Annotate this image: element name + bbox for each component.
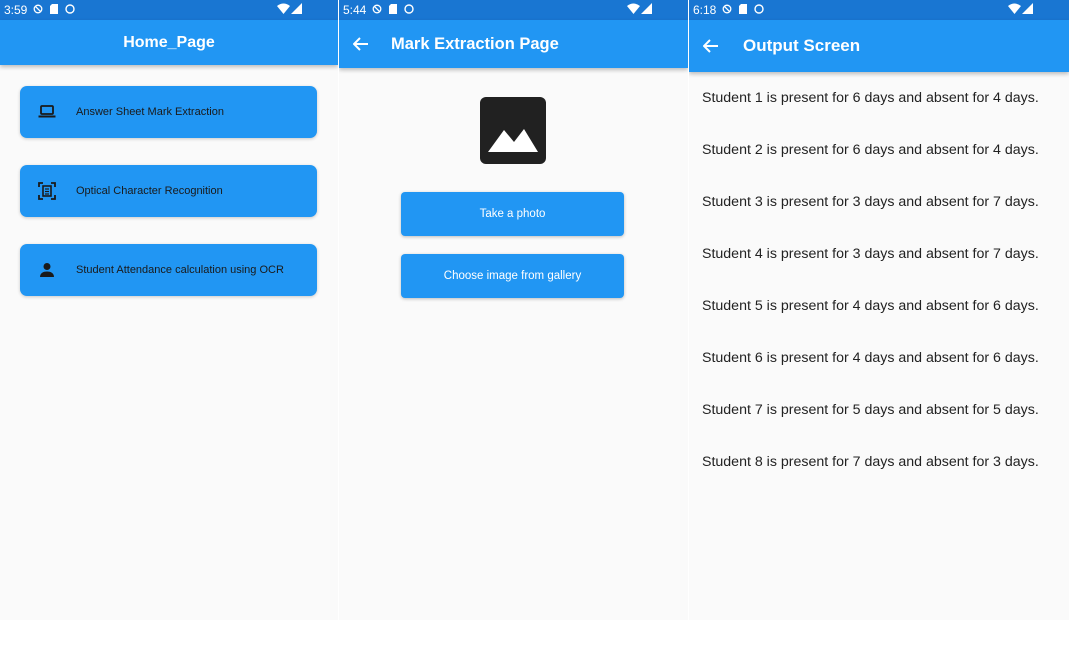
shield-icon	[33, 1, 43, 19]
attendance-result-line: Student 2 is present for 6 days and abse…	[702, 142, 1039, 158]
cell-signal-icon	[1022, 3, 1033, 14]
shield-icon	[372, 1, 382, 19]
status-time: 3:59	[4, 3, 28, 17]
attendance-result-line: Student 1 is present for 6 days and abse…	[702, 90, 1039, 106]
attendance-result-line: Student 5 is present for 4 days and abse…	[702, 298, 1039, 314]
sd-card-icon	[389, 1, 398, 19]
cell-signal-icon	[291, 3, 302, 14]
status-bar: 5:44	[339, 0, 688, 20]
attendance-result-line: Student 6 is present for 4 days and abse…	[702, 350, 1039, 366]
android-icon	[754, 1, 765, 19]
back-arrow-icon[interactable]	[353, 37, 369, 51]
app-bar: Home_Page	[0, 20, 338, 65]
laptop-icon	[36, 101, 58, 123]
status-time: 6:18	[693, 3, 717, 17]
page-title: Home_Page	[123, 33, 215, 51]
optical-character-recognition-button[interactable]: Optical Character Recognition	[20, 165, 317, 217]
shield-icon	[722, 1, 732, 19]
button-label: Answer Sheet Mark Extraction	[76, 106, 224, 118]
wifi-icon	[627, 3, 640, 14]
app-bar: Mark Extraction Page	[339, 20, 688, 68]
image-icon	[480, 97, 546, 164]
attendance-result-line: Student 7 is present for 5 days and abse…	[702, 402, 1039, 418]
back-arrow-icon[interactable]	[703, 39, 719, 53]
mark-extraction-screen: 5:44 Mark Extraction Page Take a photo C…	[339, 0, 688, 620]
signal-indicators	[1008, 3, 1033, 14]
status-bar: 6:18	[689, 0, 1069, 20]
wifi-icon	[277, 3, 290, 14]
answer-sheet-mark-extraction-button[interactable]: Answer Sheet Mark Extraction	[20, 86, 317, 138]
cell-signal-icon	[641, 3, 652, 14]
signal-indicators	[627, 3, 652, 14]
choose-from-gallery-button[interactable]: Choose image from gallery	[401, 254, 624, 298]
android-icon	[404, 1, 415, 19]
sd-card-icon	[50, 1, 59, 19]
status-bar: 3:59	[0, 0, 338, 20]
page-title: Output Screen	[743, 36, 861, 55]
sd-card-icon	[739, 1, 748, 19]
home-screen: 3:59 Home_Page Answer Sheet Mark Extract…	[0, 0, 338, 620]
take-photo-button[interactable]: Take a photo	[401, 192, 624, 236]
attendance-result-line: Student 8 is present for 7 days and abse…	[702, 454, 1039, 470]
attendance-result-line: Student 4 is present for 3 days and abse…	[702, 246, 1039, 262]
app-bar: Output Screen	[689, 20, 1069, 72]
wifi-icon	[1008, 3, 1021, 14]
document-scanner-icon	[36, 180, 58, 202]
button-label: Student Attendance calculation using OCR	[76, 264, 284, 276]
attendance-result-line: Student 3 is present for 3 days and abse…	[702, 194, 1039, 210]
status-time: 5:44	[343, 3, 367, 17]
button-label: Optical Character Recognition	[76, 185, 223, 197]
page-title: Mark Extraction Page	[391, 34, 559, 53]
student-attendance-button[interactable]: Student Attendance calculation using OCR	[20, 244, 317, 296]
signal-indicators	[277, 3, 302, 14]
output-screen: 6:18 Output Screen Student 1 is present …	[689, 0, 1069, 620]
person-icon	[36, 259, 58, 281]
android-icon	[65, 1, 76, 19]
